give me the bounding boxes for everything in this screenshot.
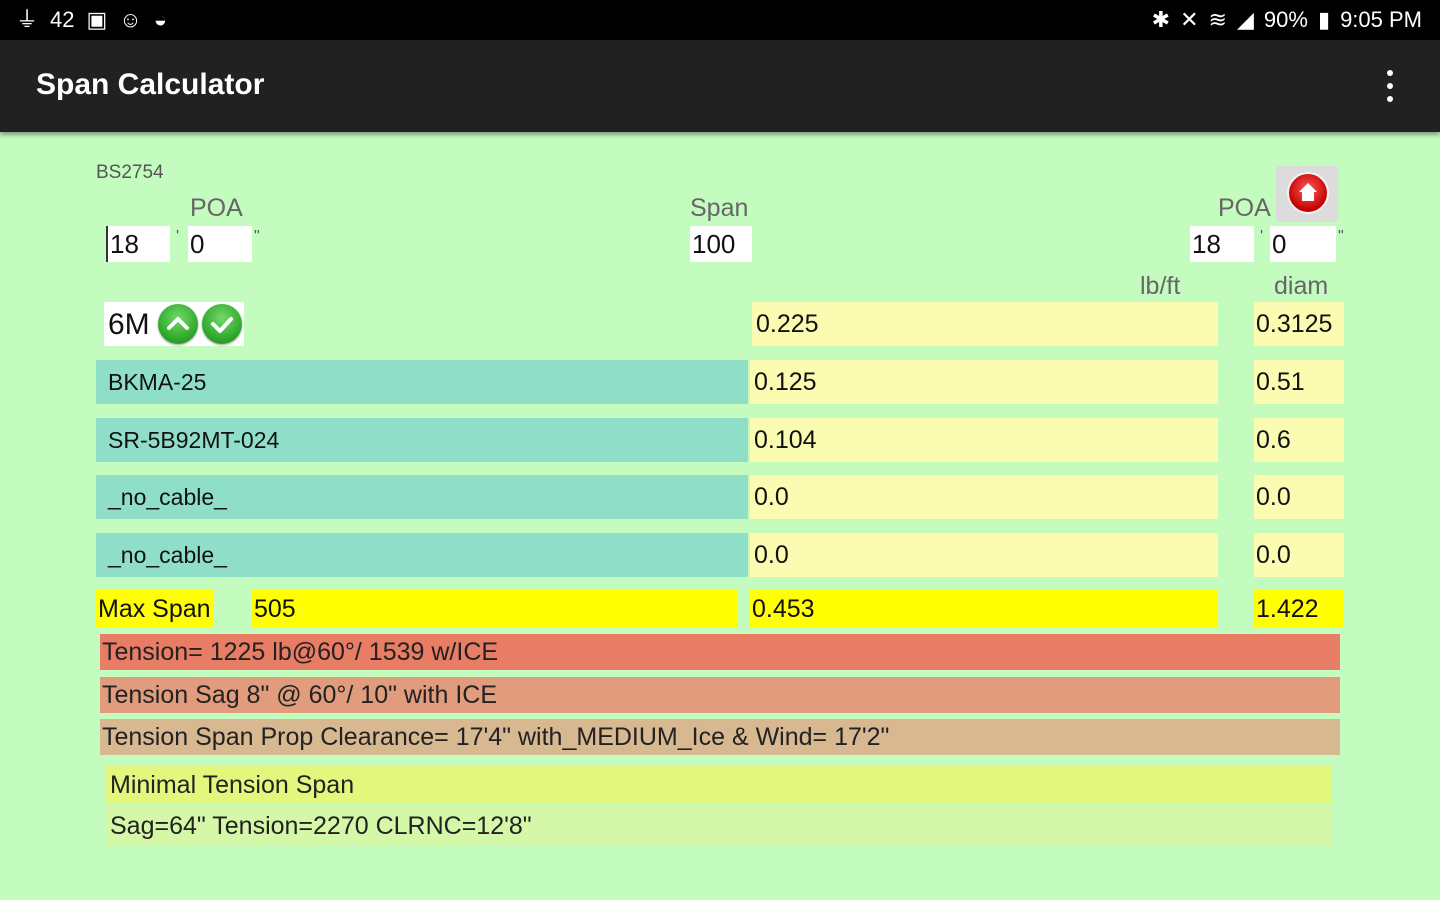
check-icon (211, 317, 233, 333)
tension-result: Tension= 1225 lb@60°/ 1539 w/ICE (100, 634, 1340, 670)
cable-diam-1: 0.51 (1254, 360, 1344, 404)
cable-diam-2: 0.6 (1254, 418, 1344, 462)
strand-diam-value: 0.3125 (1254, 302, 1344, 346)
app-title: Span Calculator (36, 68, 265, 101)
max-span-value: 505 (252, 590, 738, 628)
status-bar: ⏚ 42 ▣ ☺ ◒ ✱ ✕ ≋ ◢ 90% ▮ 9:05 PM (0, 0, 1440, 40)
cable-lbft-3: 0.0 (750, 475, 1218, 519)
cable-select-2[interactable]: SR-5B92MT-024 (96, 418, 748, 462)
left-poa-label: POA (190, 194, 243, 222)
diam-header: diam (1274, 272, 1329, 300)
right-poa-label: POA (1218, 194, 1271, 222)
wifi-icon: ≋ (1208, 7, 1227, 32)
pole-id-label: BS2754 (96, 162, 164, 183)
cable-select-3[interactable]: _no_cable_ (96, 475, 748, 519)
cable-select-4[interactable]: _no_cable_ (96, 533, 748, 577)
smiley-icon: ☺ (119, 7, 142, 32)
inch-mark-right: " (1338, 228, 1344, 245)
minimal-tension-detail: Sag=64" Tension=2270 CLRNC=12'8" (106, 806, 1332, 846)
overflow-menu-icon[interactable] (1384, 70, 1396, 102)
max-span-label: Max Span (96, 590, 214, 628)
game-icon: ◒ (153, 7, 168, 32)
total-lbft-value: 0.453 (750, 590, 1218, 628)
strand-lbft-value: 0.225 (752, 302, 1218, 346)
left-poa-feet-input[interactable]: 18 (106, 226, 170, 262)
left-poa-inches-input[interactable]: 0 (188, 226, 252, 262)
battery-percent: 90% (1263, 7, 1308, 32)
feet-mark-left: ' (176, 228, 180, 245)
app-bar: Span Calculator (0, 40, 1440, 132)
cable-lbft-2: 0.104 (750, 418, 1218, 462)
span-input[interactable]: 100 (690, 226, 752, 262)
clock: 9:05 PM (1340, 7, 1422, 32)
bluetooth-icon: ✱ (1151, 7, 1171, 32)
strand-up-button[interactable] (158, 304, 198, 344)
battery-icon: ▮ (1317, 7, 1331, 32)
status-left: ⏚ 42 ▣ ☺ ◒ (16, 0, 167, 40)
cable-lbft-4: 0.0 (750, 533, 1218, 577)
inch-mark-left: " (254, 228, 260, 245)
strand-selector[interactable]: 6M (104, 302, 244, 346)
lbft-header: lb/ft (1140, 272, 1181, 300)
signal-icon: ◢ (1236, 7, 1254, 32)
chevron-up-icon (167, 317, 189, 330)
strand-confirm-button[interactable] (202, 304, 242, 344)
cable-diam-3: 0.0 (1254, 475, 1344, 519)
total-diam-value: 1.422 (1254, 590, 1344, 628)
feet-mark-right: ' (1260, 228, 1264, 245)
sag-result: Tension Sag 8" @ 60°/ 10" with ICE (100, 677, 1340, 713)
temperature-text: 42 (50, 7, 75, 32)
cable-select-1[interactable]: BKMA-25 (96, 360, 748, 404)
image-icon: ▣ (86, 7, 108, 32)
home-icon (1287, 172, 1329, 214)
mute-icon: ✕ (1180, 7, 1199, 32)
right-poa-inches-input[interactable]: 0 (1270, 226, 1336, 262)
cable-lbft-1: 0.125 (750, 360, 1218, 404)
cable-diam-4: 0.0 (1254, 533, 1344, 577)
usb-icon: ⏚ (16, 7, 39, 32)
minimal-tension-title: Minimal Tension Span (106, 766, 1332, 804)
clearance-result: Tension Span Prop Clearance= 17'4" with_… (100, 719, 1340, 755)
span-label: Span (690, 194, 749, 222)
right-poa-feet-input[interactable]: 18 (1190, 226, 1254, 262)
home-button[interactable] (1276, 166, 1338, 222)
strand-name: 6M (108, 308, 150, 341)
status-right: ✱ ✕ ≋ ◢ 90% ▮ 9:05 PM (1152, 0, 1422, 40)
